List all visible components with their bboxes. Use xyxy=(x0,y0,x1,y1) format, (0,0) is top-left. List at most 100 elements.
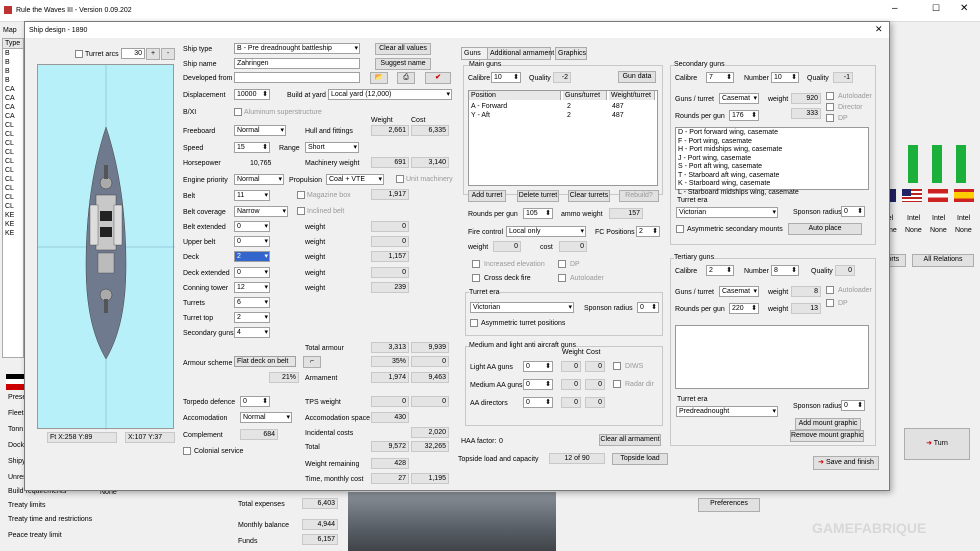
type-item[interactable]: CA xyxy=(3,103,23,112)
calibre-input[interactable]: 10 xyxy=(491,72,521,83)
type-item[interactable]: B xyxy=(3,67,23,76)
auto-place-button[interactable]: Auto place xyxy=(788,223,862,235)
tab-guns[interactable]: Guns xyxy=(461,47,489,60)
type-item[interactable]: CL xyxy=(3,184,23,193)
turret-row-position[interactable]: Y - Aft xyxy=(471,111,490,120)
developed-from-input[interactable] xyxy=(234,72,360,83)
print-icon[interactable]: ⎙ xyxy=(397,72,415,84)
arcs-minus-button[interactable]: - xyxy=(161,48,175,60)
speed-select[interactable]: 15 xyxy=(234,142,270,153)
turret-arcs-value[interactable]: 30 xyxy=(121,48,145,59)
type-item[interactable]: KE xyxy=(3,229,23,238)
type-item[interactable]: B xyxy=(3,58,23,67)
fc-positions-input[interactable]: 2 xyxy=(636,226,660,237)
type-item[interactable]: B xyxy=(3,49,23,58)
type-item[interactable]: CL xyxy=(3,148,23,157)
confirm-icon[interactable]: ✔ xyxy=(425,72,451,84)
type-item[interactable]: CA xyxy=(3,112,23,121)
turret-arcs-checkbox[interactable] xyxy=(75,50,83,58)
light-aa-input[interactable]: 0 xyxy=(523,361,553,372)
type-item[interactable]: CL xyxy=(3,139,23,148)
ship-name-input[interactable]: Zahringen xyxy=(234,58,360,69)
sec-director-checkbox[interactable] xyxy=(826,103,834,111)
minimize-icon[interactable]: – xyxy=(892,4,898,14)
ter-autoloader-checkbox[interactable] xyxy=(826,286,834,294)
armour-scheme-input[interactable]: Flat deck on belt xyxy=(234,356,296,367)
range-select[interactable]: Short xyxy=(305,142,359,153)
torpedo-input[interactable]: 0 xyxy=(240,396,270,407)
turn-button[interactable]: ➜ Turn xyxy=(904,428,970,460)
cross-deck-checkbox[interactable] xyxy=(472,274,480,282)
accom-select[interactable]: Normal xyxy=(240,412,292,423)
type-item[interactable]: B xyxy=(3,76,23,85)
left-bottom-item[interactable]: Treaty time and restrictions xyxy=(8,516,92,523)
propulsion-select[interactable]: Coal + VTE xyxy=(326,174,384,185)
topside-load-button[interactable]: Topside load xyxy=(612,453,668,465)
deck-select[interactable]: 2 xyxy=(234,251,270,262)
conning-tower-select[interactable]: 12 xyxy=(234,282,270,293)
medium-aa-input[interactable]: 0 xyxy=(523,379,553,390)
type-item[interactable]: CL xyxy=(3,157,23,166)
secondary-guns-select[interactable]: 4 xyxy=(234,327,270,338)
left-bottom-item[interactable]: Dock xyxy=(8,442,24,449)
turret-era-select[interactable]: Victorian xyxy=(470,302,574,313)
add-turret-button[interactable]: Add turret xyxy=(468,190,506,202)
engine-select[interactable]: Normal xyxy=(234,174,284,185)
type-item[interactable]: CL xyxy=(3,202,23,211)
all-relations-button[interactable]: All Relations xyxy=(912,254,974,267)
magazine-box-checkbox[interactable] xyxy=(297,191,305,199)
colonial-checkbox[interactable] xyxy=(183,447,191,455)
belt-extended-select[interactable]: 0 xyxy=(234,221,270,232)
sec-sponson-input[interactable]: 0 xyxy=(841,206,865,217)
sec-guns-turret-select[interactable]: Casemat xyxy=(719,93,759,104)
belt-coverage-select[interactable]: Narrow xyxy=(234,206,288,217)
sec-number-input[interactable]: 10 xyxy=(771,72,799,83)
delete-turret-button[interactable]: Delete turret xyxy=(517,190,559,202)
unit-machinery-checkbox[interactable] xyxy=(396,175,404,183)
ter-guns-turret-select[interactable]: Casemat xyxy=(719,286,759,297)
displacement-input[interactable]: 10000 xyxy=(234,89,270,100)
type-item[interactable]: CL xyxy=(3,130,23,139)
rebuild-button[interactable]: Rebuild? xyxy=(619,190,659,202)
open-icon[interactable]: 📂 xyxy=(370,72,388,84)
dp-checkbox[interactable] xyxy=(558,260,566,268)
add-mount-graphic-button[interactable]: Add mount graphic xyxy=(795,418,861,430)
type-item[interactable]: CA xyxy=(3,85,23,94)
build-at-yard-select[interactable]: Local yard (12,000) xyxy=(328,89,452,100)
ter-turret-era-select[interactable]: Predreadnought xyxy=(676,406,778,417)
dialog-close-icon[interactable]: ✕ xyxy=(875,25,883,34)
type-item[interactable]: CA xyxy=(3,94,23,103)
left-bottom-item[interactable]: Fleet xyxy=(8,410,24,417)
upper-belt-select[interactable]: 0 xyxy=(234,236,270,247)
increased-elev-checkbox[interactable] xyxy=(472,260,480,268)
freeboard-select[interactable]: Normal xyxy=(234,125,286,136)
sec-rpg-input[interactable]: 176 xyxy=(729,110,759,121)
suggest-name-button[interactable]: Suggest name xyxy=(375,58,431,70)
ter-number-input[interactable]: 8 xyxy=(771,265,799,276)
sponson-input[interactable]: 0 xyxy=(637,302,659,313)
ter-dp-checkbox[interactable] xyxy=(826,299,834,307)
type-item[interactable]: CL xyxy=(3,166,23,175)
belt-select[interactable]: 11 xyxy=(234,190,270,201)
tab-additional-armament[interactable]: Additional armament xyxy=(487,47,554,60)
type-item[interactable]: KE xyxy=(3,220,23,229)
sec-calibre-input[interactable]: 7 xyxy=(706,72,734,83)
type-item[interactable]: KE xyxy=(3,211,23,220)
type-item[interactable]: CL xyxy=(3,121,23,130)
type-item[interactable]: CL xyxy=(3,193,23,202)
asym-checkbox[interactable] xyxy=(470,319,478,327)
sec-dp-checkbox[interactable] xyxy=(826,114,834,122)
map-tab[interactable]: Map xyxy=(3,26,17,35)
left-bottom-item[interactable]: Shipy xyxy=(8,458,26,465)
rpg-input[interactable]: 105 xyxy=(523,208,553,219)
ter-rpg-input[interactable]: 220 xyxy=(729,303,759,314)
armour-scheme-button[interactable]: ⌐ xyxy=(303,356,321,368)
left-bottom-item[interactable]: Peace treaty limit xyxy=(8,532,62,539)
turret-row-position[interactable]: A - Forward xyxy=(471,102,507,111)
aluminum-checkbox[interactable] xyxy=(234,108,242,116)
tab-graphics[interactable]: Graphics xyxy=(555,47,587,60)
diws-checkbox[interactable] xyxy=(613,362,621,370)
radar-checkbox[interactable] xyxy=(613,380,621,388)
maximize-icon[interactable]: ☐ xyxy=(932,4,940,13)
close-app-icon[interactable]: ✕ xyxy=(960,4,968,14)
